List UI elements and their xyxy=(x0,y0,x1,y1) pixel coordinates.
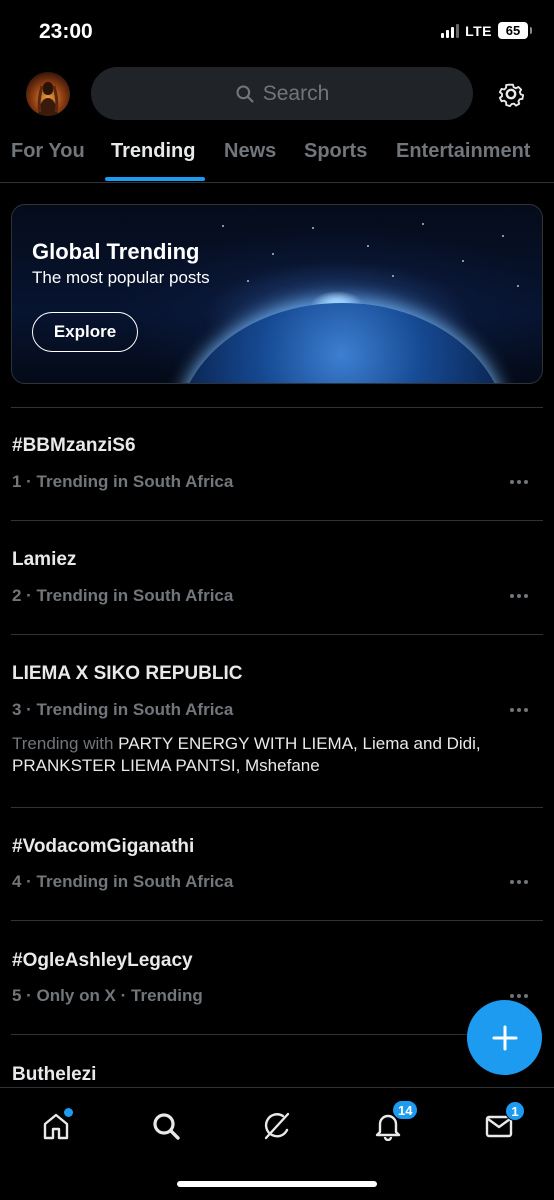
trend-meta: 1 · Trending in South Africa xyxy=(12,472,234,491)
divider xyxy=(11,407,543,408)
more-options-icon[interactable] xyxy=(510,480,530,486)
explore-button[interactable]: Explore xyxy=(32,312,138,352)
grok-icon xyxy=(264,1112,290,1140)
compose-button[interactable] xyxy=(467,1000,542,1075)
battery-level: 65 xyxy=(505,23,521,38)
status-indicators: LTE 65 xyxy=(441,22,532,39)
divider xyxy=(11,634,543,635)
trend-meta: 4 · Trending in South Africa xyxy=(12,872,234,891)
more-options-icon[interactable] xyxy=(510,594,530,600)
divider xyxy=(11,807,543,808)
trend-meta: 2 · Trending in South Africa xyxy=(12,586,234,605)
nav-home[interactable] xyxy=(36,1106,76,1146)
more-options-icon[interactable] xyxy=(510,880,530,886)
active-tab-indicator xyxy=(105,177,205,181)
global-trending-banner[interactable]: Global Trending The most popular posts E… xyxy=(11,204,543,384)
tab-bar: For You Trending News Sports Entertainme… xyxy=(0,138,554,183)
nav-grok[interactable] xyxy=(257,1106,297,1146)
plus-icon xyxy=(492,1025,517,1050)
nav-messages[interactable]: 1 xyxy=(479,1101,525,1146)
home-unread-dot xyxy=(64,1108,73,1117)
trend-title: #BBMzanziS6 xyxy=(12,435,136,456)
trend-meta: 5 · Only on X · Trending xyxy=(12,986,203,1005)
settings-button[interactable] xyxy=(495,78,527,110)
trend-title: #VodacomGiganathi xyxy=(12,836,195,857)
tab-trending[interactable]: Trending xyxy=(111,140,195,163)
nav-notifications[interactable]: 14 xyxy=(368,1100,419,1146)
messages-badge: 1 xyxy=(505,1101,525,1121)
search-icon xyxy=(236,84,254,103)
gear-icon xyxy=(498,83,525,108)
signal-icon xyxy=(441,23,460,38)
trend-meta: 3 · Trending in South Africa xyxy=(12,700,234,719)
banner-title: Global Trending xyxy=(32,239,200,264)
notifications-badge: 14 xyxy=(392,1100,419,1120)
divider xyxy=(11,520,543,521)
tab-entertainment[interactable]: Entertainment xyxy=(396,140,530,163)
search-icon xyxy=(153,1113,180,1140)
avatar-image xyxy=(37,82,59,116)
tab-sports[interactable]: Sports xyxy=(304,140,367,163)
more-options-icon[interactable] xyxy=(510,708,530,714)
divider xyxy=(11,920,543,921)
banner-subtitle: The most popular posts xyxy=(32,268,210,287)
trend-title: Lamiez xyxy=(12,549,77,570)
divider xyxy=(11,1034,543,1035)
home-indicator xyxy=(177,1181,377,1187)
battery-icon: 65 xyxy=(498,22,532,39)
nav-search[interactable] xyxy=(146,1106,186,1146)
status-time: 23:00 xyxy=(39,20,93,43)
trending-with-label: Trending with xyxy=(12,734,114,753)
search-placeholder: Search xyxy=(262,81,330,105)
trending-with: Trending with PARTY ENERGY WITH LIEMA, L… xyxy=(12,733,532,777)
tab-for-you[interactable]: For You xyxy=(11,140,85,163)
tab-news[interactable]: News xyxy=(224,140,276,163)
trend-title: LIEMA X SIKO REPUBLIC xyxy=(12,663,243,684)
search-bar[interactable]: Search xyxy=(91,67,473,120)
trend-title: Buthelezi xyxy=(12,1064,97,1085)
earth-image xyxy=(177,303,507,383)
avatar[interactable] xyxy=(26,72,70,116)
trend-title: #OgleAshleyLegacy xyxy=(12,950,193,971)
network-label: LTE xyxy=(465,22,492,39)
more-options-icon[interactable] xyxy=(510,994,530,1000)
